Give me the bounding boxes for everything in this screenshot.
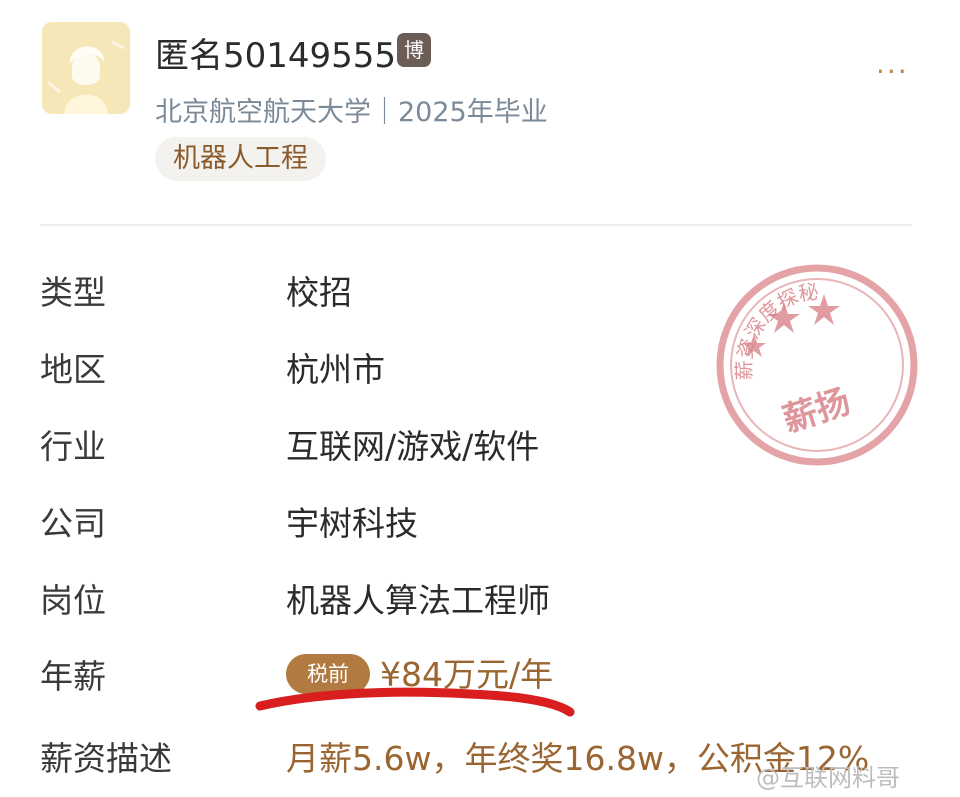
avatar-illustration (42, 22, 130, 114)
detail-label: 行业 (40, 427, 106, 466)
detail-row-company: 公司 宇树科技 (0, 487, 960, 547)
seal-stamp-icon: 薪资深度探秘 薪扬 (716, 264, 918, 466)
detail-value: 校招 (286, 273, 352, 312)
salary-label: 年薪 (40, 657, 106, 696)
detail-row-position: 岗位 机器人算法工程师 (0, 564, 960, 624)
detail-value: 机器人算法工程师 (286, 581, 550, 620)
red-underline-annotation (255, 687, 575, 717)
avatar[interactable] (42, 22, 130, 114)
divider (40, 224, 912, 226)
detail-label: 地区 (40, 350, 106, 389)
more-options-icon[interactable]: ··· (876, 58, 922, 86)
detail-label: 公司 (40, 504, 106, 543)
detail-label: 岗位 (40, 581, 106, 620)
detail-value: 杭州市 (286, 350, 385, 389)
username[interactable]: 匿名50149555 (155, 28, 396, 77)
weibo-badge-icon: 博 (397, 33, 431, 67)
detail-value: 互联网/游戏/软件 (286, 427, 540, 466)
school-info: 北京航空航天大学｜2025年毕业 (155, 97, 548, 128)
description-label: 薪资描述 (40, 739, 172, 778)
detail-value: 宇树科技 (286, 504, 418, 543)
major-tag[interactable]: 机器人工程 (155, 137, 326, 181)
stamp-brand-text: 薪扬 (778, 382, 855, 441)
detail-label: 类型 (40, 273, 106, 312)
watermark: @互联网料哥 (756, 764, 900, 792)
